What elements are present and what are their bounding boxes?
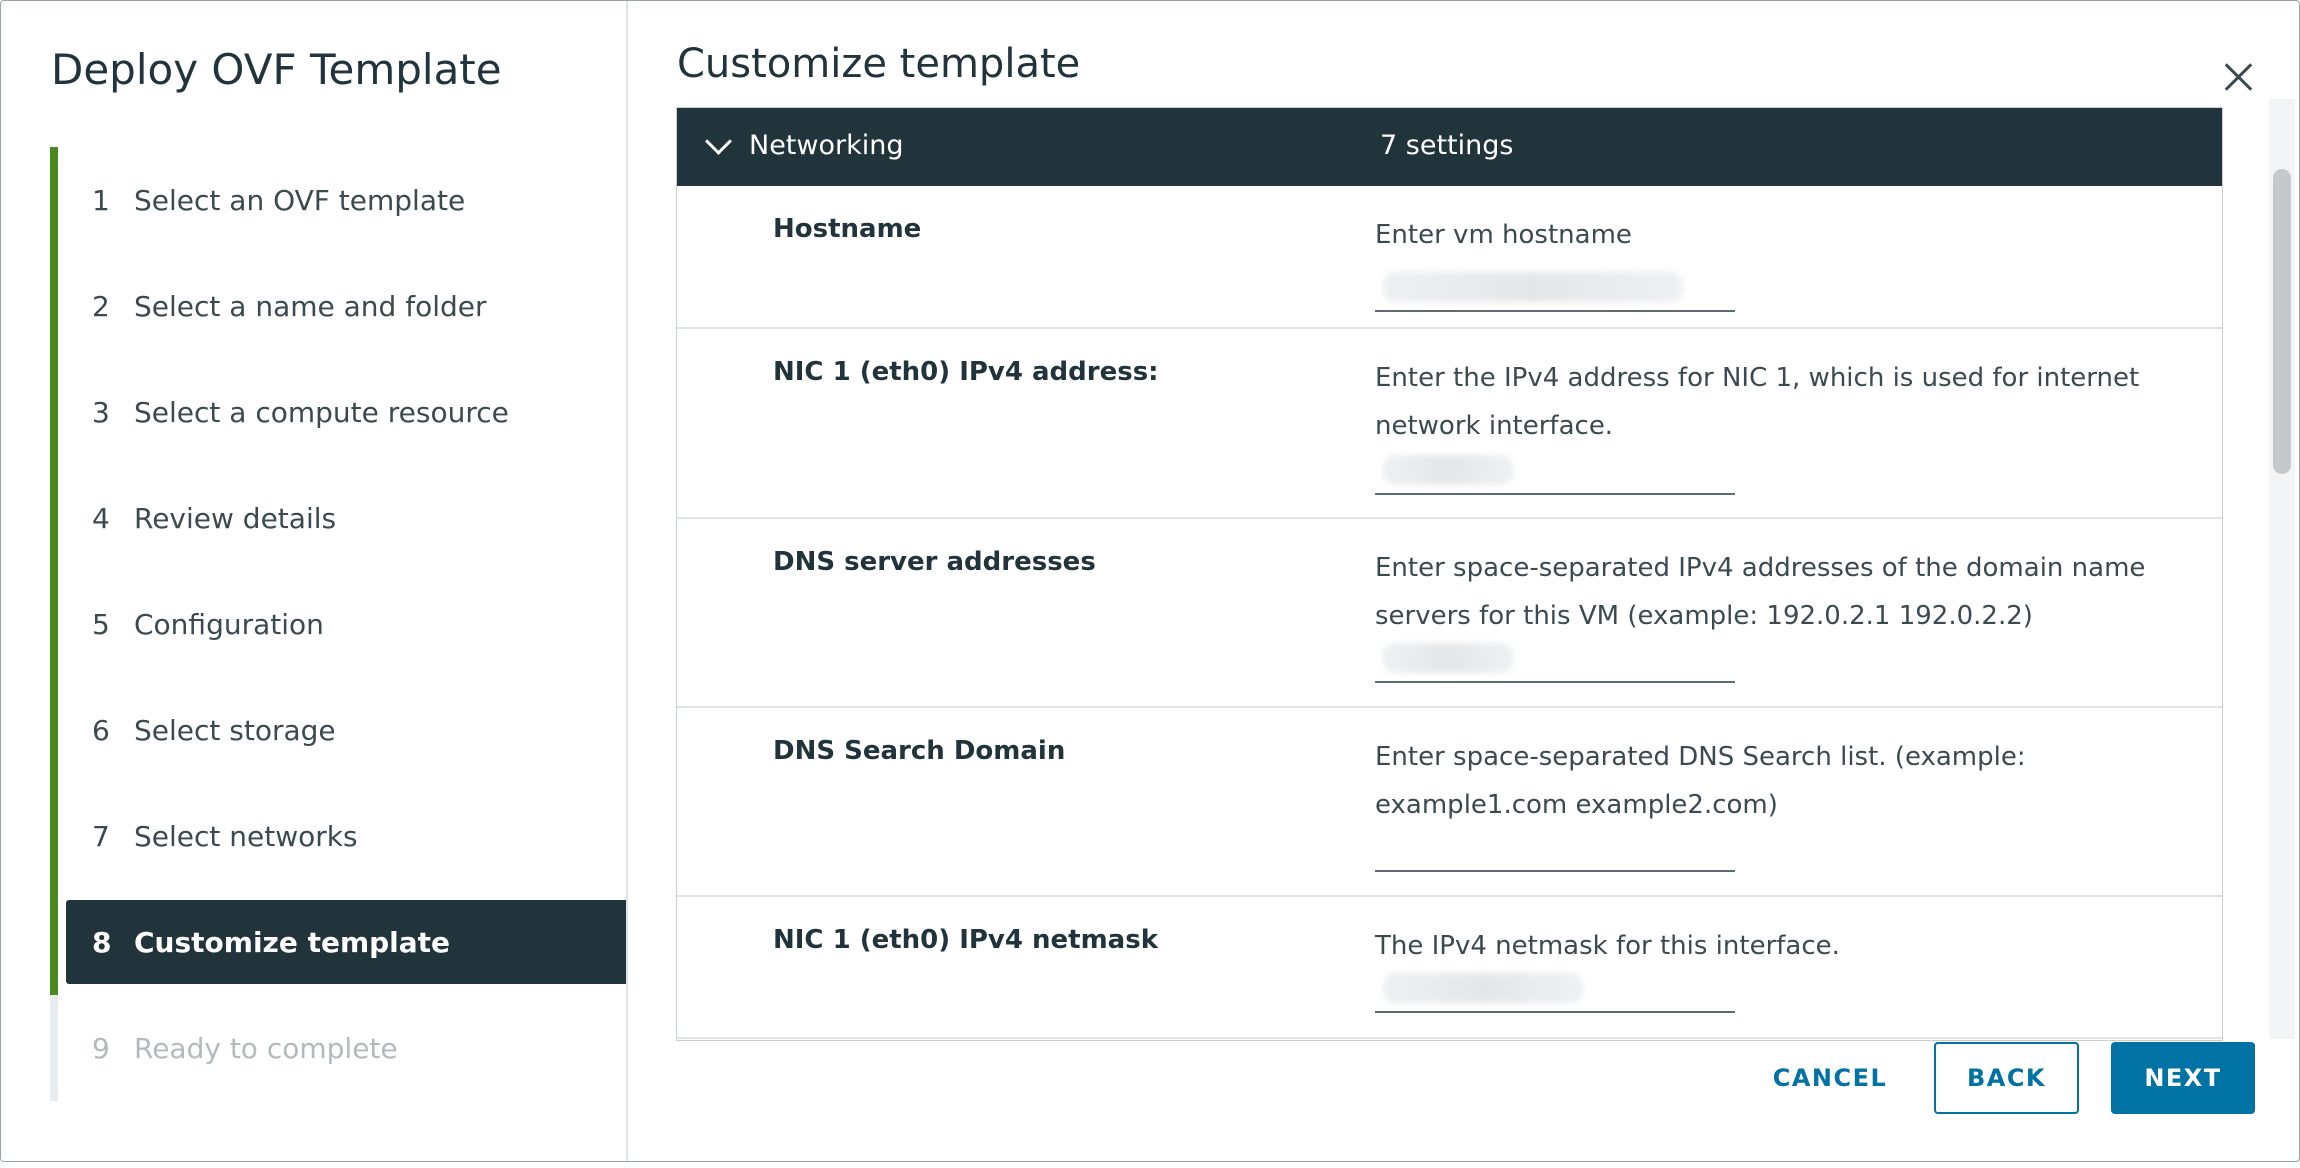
- step-number: 4: [92, 501, 110, 535]
- setting-label: DNS Search Domain: [773, 736, 1066, 766]
- setting-description: Enter space-separated DNS Search list. (…: [1375, 742, 2026, 820]
- wizard-step-5[interactable]: 5 Configuration: [50, 571, 626, 677]
- step-label: Ready to complete: [134, 1031, 398, 1065]
- step-label: Configuration: [134, 607, 324, 641]
- step-number: 5: [92, 607, 110, 641]
- wizard-step-6[interactable]: 6 Select storage: [50, 677, 626, 783]
- cancel-button[interactable]: CANCEL: [1761, 1042, 1899, 1114]
- scrollbar-thumb[interactable]: [2273, 169, 2291, 474]
- step-label: Customize template: [134, 925, 451, 959]
- wizard-step-3[interactable]: 3 Select a compute resource: [50, 359, 626, 465]
- page-title: Customize template: [677, 41, 1081, 87]
- redacted-value: [1383, 973, 1583, 1003]
- setting-label: NIC 1 (eth0) IPv4 address:: [773, 357, 1159, 387]
- step-number: 2: [92, 289, 110, 323]
- wizard-title: Deploy OVF Template: [51, 45, 502, 94]
- setting-label: NIC 1 (eth0) IPv4 netmask: [773, 925, 1158, 955]
- wizard-step-8-active[interactable]: 8 Customize template: [50, 889, 626, 995]
- wizard-nav: Deploy OVF Template 1 Select an OVF temp…: [1, 1, 628, 1161]
- wizard-step-1[interactable]: 1 Select an OVF template: [50, 147, 626, 253]
- close-icon[interactable]: [2221, 59, 2257, 95]
- wizard-step-7[interactable]: 7 Select networks: [50, 783, 626, 889]
- settings-panel: Networking 7 settings Hostname Enter vm …: [676, 107, 2223, 1041]
- step-label: Select storage: [134, 713, 336, 747]
- redacted-value: [1383, 455, 1513, 485]
- dns-search-domain-input[interactable]: [1375, 826, 1735, 872]
- step-number: 3: [92, 395, 110, 429]
- setting-description: Enter space-separated IPv4 addresses of …: [1375, 553, 2146, 631]
- hostname-input[interactable]: [1375, 266, 1735, 312]
- setting-row-dns-search-domain: DNS Search Domain Enter space-separated …: [677, 708, 2222, 897]
- setting-label: Hostname: [773, 214, 922, 244]
- step-label: Select networks: [134, 819, 358, 853]
- scrollbar-track[interactable]: [2269, 99, 2295, 1039]
- group-header-networking[interactable]: Networking 7 settings: [677, 108, 2222, 186]
- setting-row-dns-servers: DNS server addresses Enter space-separat…: [677, 519, 2222, 708]
- step-number: 9: [92, 1031, 110, 1065]
- group-name: Networking: [749, 130, 904, 161]
- ipv4-netmask-input[interactable]: [1375, 967, 1735, 1013]
- step-number: 1: [92, 183, 110, 217]
- setting-row-ipv4-address: NIC 1 (eth0) IPv4 address: Enter the IPv…: [677, 329, 2222, 519]
- wizard-step-9: 9 Ready to complete: [50, 995, 626, 1101]
- step-label: Select a name and folder: [134, 289, 487, 323]
- setting-row-ipv4-netmask: NIC 1 (eth0) IPv4 netmask The IPv4 netma…: [677, 897, 2222, 1039]
- next-button[interactable]: NEXT: [2111, 1042, 2255, 1114]
- setting-description: Enter the IPv4 address for NIC 1, which …: [1375, 363, 2140, 441]
- redacted-value: [1383, 272, 1683, 302]
- back-button[interactable]: BACK: [1934, 1042, 2079, 1114]
- step-label: Review details: [134, 501, 337, 535]
- step-number: 8: [92, 925, 112, 959]
- group-settings-count: 7 settings: [1380, 130, 1514, 161]
- setting-description: The IPv4 netmask for this interface.: [1375, 931, 1840, 961]
- setting-row-hostname: Hostname Enter vm hostname: [677, 186, 2222, 329]
- step-label: Select a compute resource: [134, 395, 509, 429]
- deploy-ovf-dialog: Deploy OVF Template 1 Select an OVF temp…: [0, 0, 2300, 1162]
- redacted-value: [1383, 643, 1513, 673]
- wizard-step-2[interactable]: 2 Select a name and folder: [50, 253, 626, 359]
- setting-label: DNS server addresses: [773, 547, 1096, 577]
- dns-servers-input[interactable]: [1375, 637, 1735, 683]
- step-number: 6: [92, 713, 110, 747]
- ipv4-address-input[interactable]: [1375, 449, 1735, 495]
- step-number: 7: [92, 819, 110, 853]
- step-label: Select an OVF template: [134, 183, 466, 217]
- setting-description: Enter vm hostname: [1375, 220, 1632, 250]
- wizard-step-4[interactable]: 4 Review details: [50, 465, 626, 571]
- chevron-down-icon[interactable]: [705, 128, 732, 155]
- wizard-steps: 1 Select an OVF template 2 Select a name…: [50, 147, 626, 1101]
